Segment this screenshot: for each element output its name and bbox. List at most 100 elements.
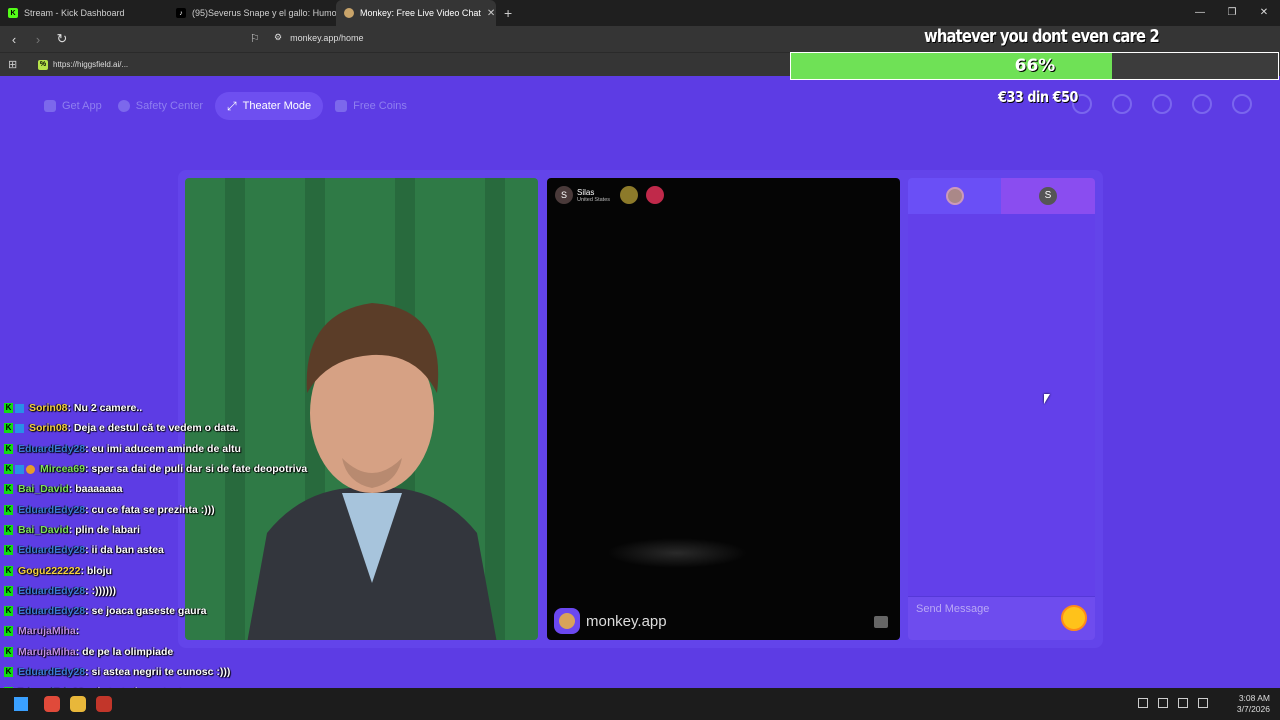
- maximize-icon[interactable]: ❐: [1216, 0, 1248, 26]
- taskbar: 3:08 AM 3/7/2026: [0, 688, 1280, 720]
- chat-message: : ii da ban astea: [85, 544, 164, 557]
- chat-username[interactable]: Mircea69: [40, 463, 85, 475]
- higgsfield-icon: %: [38, 59, 48, 70]
- chat-line: K EduardEdy28 : si astea negrii te cunosc…: [0, 662, 540, 682]
- chat-line: K MarujaMiha :: [0, 621, 540, 641]
- chat-line: K Mircea69 : sper sa dai de puli dar si d…: [0, 459, 540, 479]
- chat-line: K Bai_David : baaaaaaa: [0, 479, 540, 499]
- peer-location: United States: [577, 196, 611, 203]
- tab-title: Stream - Kick Dashboard: [24, 8, 125, 18]
- bookmark-higgsfield[interactable]: % https://higgsfield.ai/...: [38, 59, 128, 70]
- chat-username[interactable]: MarujaMiha: [18, 646, 76, 658]
- nav-free-coins[interactable]: Free Coins: [331, 92, 411, 120]
- chat-username[interactable]: Sorin08: [29, 402, 68, 414]
- subscriber-badge-icon: [15, 403, 24, 413]
- minimize-icon[interactable]: —: [1184, 0, 1216, 26]
- chevron-up-icon[interactable]: [1138, 698, 1148, 708]
- gift-icon[interactable]: [1061, 605, 1087, 631]
- chat-username[interactable]: EduardEdy28: [18, 544, 85, 556]
- kick-badge-icon: K: [4, 484, 13, 495]
- medal-emoji-icon: [646, 186, 665, 204]
- windows-start-icon[interactable]: [14, 697, 28, 711]
- app-nav: Get App Safety Center ⤢ Theater Mode Fre…: [40, 92, 411, 120]
- nav-safety-center[interactable]: Safety Center: [114, 92, 207, 120]
- history-icon[interactable]: [1152, 94, 1172, 114]
- chat-message: :: [75, 625, 80, 638]
- friends-icon[interactable]: [1112, 94, 1132, 114]
- chat-message: : bloju: [80, 564, 112, 577]
- goal-percent: 66%: [1014, 56, 1056, 76]
- kick-badge-icon: K: [4, 626, 13, 637]
- message-composer: Send Message: [908, 596, 1095, 640]
- kick-badge-icon: K: [4, 524, 13, 535]
- chat-line: K Bai_David : plin de labari: [0, 520, 540, 540]
- close-window-icon[interactable]: ✕: [1248, 0, 1280, 26]
- chat-username[interactable]: EduardEdy28: [18, 585, 85, 597]
- chat-message: : baaaaaaa: [68, 483, 123, 496]
- back-icon[interactable]: ‹: [4, 32, 24, 47]
- chat-username[interactable]: EduardEdy28: [18, 666, 85, 678]
- stream-title: whatever you dont even care 2: [924, 26, 1160, 47]
- site-info-icon[interactable]: ⚙: [274, 32, 282, 43]
- shield-icon: [117, 100, 130, 112]
- nav-theater-mode[interactable]: ⤢ Theater Mode: [215, 92, 324, 120]
- chat-self-tab[interactable]: [908, 178, 1001, 214]
- stream-chat-overlay: K Sorin08 : Nu 2 camere.. K Sorin08 : Deja …: [0, 398, 540, 702]
- monitor-icon[interactable]: [1178, 698, 1188, 708]
- app-right-nav: [1072, 94, 1252, 114]
- nav-label: Get App: [62, 100, 102, 112]
- chat-line: K EduardEdy28 : :)))))): [0, 581, 540, 601]
- chat-message: : de pe la olimpiade: [75, 645, 174, 658]
- chat-username[interactable]: Sorin08: [29, 422, 68, 434]
- chat-username[interactable]: Bai_David: [18, 483, 69, 495]
- profile-avatar[interactable]: [1232, 94, 1252, 114]
- tab-monkey[interactable]: Monkey: Free Live Video Chat ✕: [336, 0, 496, 26]
- tab-kick-dashboard[interactable]: K Stream - Kick Dashboard: [0, 0, 168, 26]
- close-tab-icon[interactable]: ✕: [487, 8, 495, 19]
- nav-label: Free Coins: [353, 100, 407, 112]
- forward-icon[interactable]: ›: [28, 32, 48, 47]
- chat-line: K EduardEdy28 : ii da ban astea: [0, 540, 540, 560]
- chat-username[interactable]: EduardEdy28: [18, 504, 85, 516]
- bookmark-icon[interactable]: ⚐: [250, 32, 260, 45]
- kick-badge-icon: K: [4, 423, 13, 434]
- kick-badge-icon: K: [4, 606, 13, 617]
- tab-tiktok[interactable]: ♪ (95)Severus Snape y el gallo: Humor: [168, 0, 336, 26]
- folder-icon[interactable]: [70, 696, 86, 712]
- new-tab-button[interactable]: +: [496, 5, 520, 21]
- chrome-icon[interactable]: [44, 696, 60, 712]
- og-badge-icon: [26, 464, 35, 474]
- chat-panel: S Send Message: [908, 178, 1095, 640]
- peer-badge: S Silas United States: [555, 186, 665, 204]
- peer-camera: S Silas United States monkey.app: [547, 178, 900, 640]
- brave-icon[interactable]: [96, 696, 112, 712]
- kick-badge-icon: K: [4, 565, 13, 576]
- chat-username[interactable]: MarujaMiha: [18, 625, 76, 637]
- donation-goal-bar: 66%: [790, 52, 1279, 80]
- chat-username[interactable]: Gogu222222: [18, 565, 80, 577]
- self-avatar: [945, 187, 964, 205]
- messages-icon[interactable]: [1192, 94, 1212, 114]
- nav-label: Theater Mode: [242, 100, 312, 112]
- system-clock[interactable]: 3:08 AM 3/7/2026: [1237, 693, 1270, 715]
- monkey-watermark: monkey.app: [554, 608, 667, 634]
- heart-emoji-icon: [620, 186, 639, 204]
- chat-peer-tab[interactable]: S: [1001, 178, 1095, 214]
- kick-badge-icon: K: [4, 443, 13, 454]
- speaker-icon[interactable]: [1198, 698, 1208, 708]
- url-field[interactable]: ⚙ monkey.app/home: [274, 32, 363, 43]
- mic-icon[interactable]: [1158, 698, 1168, 708]
- apps-grid-icon[interactable]: ⊞: [8, 58, 17, 71]
- nav-get-app[interactable]: Get App: [40, 92, 106, 120]
- chat-username[interactable]: EduardEdy28: [18, 443, 85, 455]
- chat-username[interactable]: EduardEdy28: [18, 605, 85, 617]
- subscriber-badge-icon: [15, 464, 24, 474]
- message-input[interactable]: Send Message: [916, 603, 989, 615]
- expand-icon: ⤢: [227, 98, 237, 113]
- reload-icon[interactable]: ↻: [52, 31, 72, 47]
- tab-title: Monkey: Free Live Video Chat: [360, 8, 481, 18]
- skip-icon[interactable]: [874, 616, 888, 628]
- chat-line: K EduardEdy28 : se joaca gaseste gaura: [0, 601, 540, 621]
- chat-username[interactable]: Bai_David: [18, 524, 69, 536]
- peer-chat-avatar: S: [1039, 187, 1057, 205]
